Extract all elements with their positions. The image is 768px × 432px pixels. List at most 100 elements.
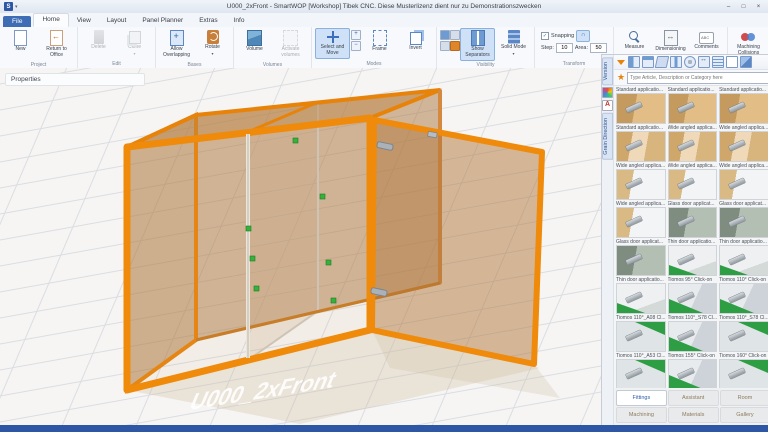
select-and-move-button[interactable]: Select and Move [315,28,350,59]
clone-button[interactable]: Clone▾ [117,28,152,58]
delete-button[interactable]: Delete [81,28,116,53]
eye3-mini-button[interactable] [440,41,450,51]
catalog-thumbnail[interactable] [668,245,718,276]
invert-button[interactable]: Invert [398,28,433,54]
catalog-item[interactable]: Thin door applicatio... [719,239,768,276]
catalog-item[interactable]: Thin door applicatio... [616,277,666,314]
magnet-icon[interactable]: ∩ [576,30,590,42]
panel-tab-materials[interactable]: Materials [668,407,719,423]
text-style-icon[interactable]: A [602,100,613,111]
area-input[interactable] [590,43,607,53]
volume-button[interactable]: Volume [237,28,272,55]
catalog-thumbnail[interactable] [719,207,768,238]
snapping-checkbox[interactable]: ✓ [541,32,549,40]
catalog-item[interactable]: Wide angled applica... [616,163,666,200]
catalog-thumbnail[interactable] [668,283,718,314]
catalog-thumbnail[interactable] [668,169,718,200]
catalog-item[interactable]: Standard applicatio... [719,87,768,124]
catalog-thumbnail[interactable] [616,283,666,314]
catalog-thumbnail[interactable] [668,207,718,238]
catalog-item[interactable]: Glass door applicat... [719,201,768,238]
panel-tab-room[interactable]: Room [720,390,768,406]
tab-info[interactable]: Info [226,15,253,27]
solid-mode-button[interactable]: Solid Mode▾ [496,28,531,58]
eye2-mini-button[interactable] [450,30,460,40]
tab-panel-planner[interactable]: Panel Planner [134,15,191,27]
rotate-button[interactable]: Rotate▾ [195,28,230,58]
catalog-item[interactable]: Standard applicatio... [616,87,666,124]
vertical-tab-version[interactable]: Version [602,57,613,85]
catalog-item[interactable]: Tiomos 110°_S78 Cl... [668,315,718,352]
catalog-thumbnail[interactable] [616,207,666,238]
close-button[interactable]: × [752,2,765,12]
materials-palette-icon[interactable] [602,87,613,98]
catalog-thumbnail[interactable] [719,359,768,390]
catalog-item[interactable]: Tiomos 110°_S78 Cl... [719,315,768,352]
maximize-button[interactable]: □ [737,2,750,12]
catalog-item[interactable]: Tiomos 110°_A08 Cl... [616,315,666,352]
catalog-item[interactable]: Tiomos 95° Click-on [668,277,718,314]
catalog-thumbnail[interactable] [616,245,666,276]
panel-tab-gallery[interactable]: Gallery [720,407,768,423]
new-button[interactable]: New [3,28,38,55]
3d-viewport[interactable]: U000_2xFront [0,68,601,425]
catalog-item[interactable]: Tiomos 110° Click-on [719,277,768,314]
minus-mini-button[interactable]: − [351,41,361,51]
plus-mini-button[interactable]: + [351,30,361,40]
tab-home[interactable]: Home [33,13,68,27]
worktop-icon[interactable] [642,56,654,68]
catalog-item[interactable]: Thin door applicatio... [668,239,718,276]
catalog-thumbnail[interactable] [719,245,768,276]
catalog-thumbnail[interactable] [719,169,768,200]
catalog-item[interactable]: Wide angled applica... [668,125,718,162]
catalog-thumbnail[interactable] [668,321,718,352]
eye1-mini-button[interactable] [440,30,450,40]
catalog-item[interactable]: Standard applicatio... [668,87,718,124]
board-icon[interactable] [655,56,670,68]
show-separators-button[interactable]: Show Separators [460,28,495,61]
catalog-item[interactable]: Wide angled applica... [719,125,768,162]
catalog-thumbnail[interactable] [719,93,768,124]
properties-panel-header[interactable]: Properties [5,73,145,86]
catalog-item[interactable]: Tiomos 110°_A53 Cl... [616,353,666,390]
catalog-item[interactable]: Wide angled applica... [719,163,768,200]
activate-volumes-button[interactable]: Activate volumes [273,28,308,61]
dimension-icon[interactable] [698,56,710,68]
divider-icon[interactable] [670,56,682,68]
catalog-thumbnail[interactable] [616,359,666,390]
allow-overlapping-button[interactable]: Allow Overlapping [159,28,194,61]
file-button[interactable]: File [3,16,31,27]
tab-view[interactable]: View [69,15,99,27]
panel-tab-fittings[interactable]: Fittings [616,390,667,406]
favorites-star-icon[interactable]: ★ [617,73,625,82]
catalog-item[interactable]: Wide angled applica... [668,163,718,200]
door-icon[interactable] [628,56,640,68]
catalog-thumbnail[interactable] [719,131,768,162]
return-to-office-button[interactable]: Return to Office [39,28,74,61]
catalog-search-input[interactable] [627,72,768,84]
panel-tab-assistant[interactable]: Assistant [668,390,719,406]
catalog-thumbnail[interactable] [668,93,718,124]
panel-tab-machining[interactable]: Machining [616,407,667,423]
catalog-item[interactable]: Tiomos 160° Click-on [719,353,768,390]
tab-layout[interactable]: Layout [99,15,135,27]
catalog-thumbnail[interactable] [616,169,666,200]
eye4-mini-button[interactable] [450,41,460,51]
catalog-thumbnail[interactable] [668,359,718,390]
catalog-thumbnail[interactable] [719,321,768,352]
vertical-tab-grain-direction[interactable]: Grain Direction [602,113,613,160]
catalog-item[interactable]: Standard applicatio... [616,125,666,162]
fitting-icon[interactable] [684,56,696,68]
dimensioning-button[interactable]: Dimensioning [653,28,688,55]
catalog-thumbnail[interactable] [668,131,718,162]
catalog-thumbnail[interactable] [719,283,768,314]
cabinet-icon[interactable] [712,56,724,68]
comments-button[interactable]: Comments [689,28,724,53]
frame-button[interactable]: Frame [362,28,397,55]
catalog-item[interactable]: Glass door applicat... [668,201,718,238]
quick-access-toolbar[interactable]: S ▾ [0,2,22,11]
measure-button[interactable]: Measure [617,28,652,53]
minimize-button[interactable]: – [722,2,735,12]
catalog-item[interactable]: Glass door applicat... [616,239,666,276]
catalog-item[interactable]: Wide angled applica... [616,201,666,238]
